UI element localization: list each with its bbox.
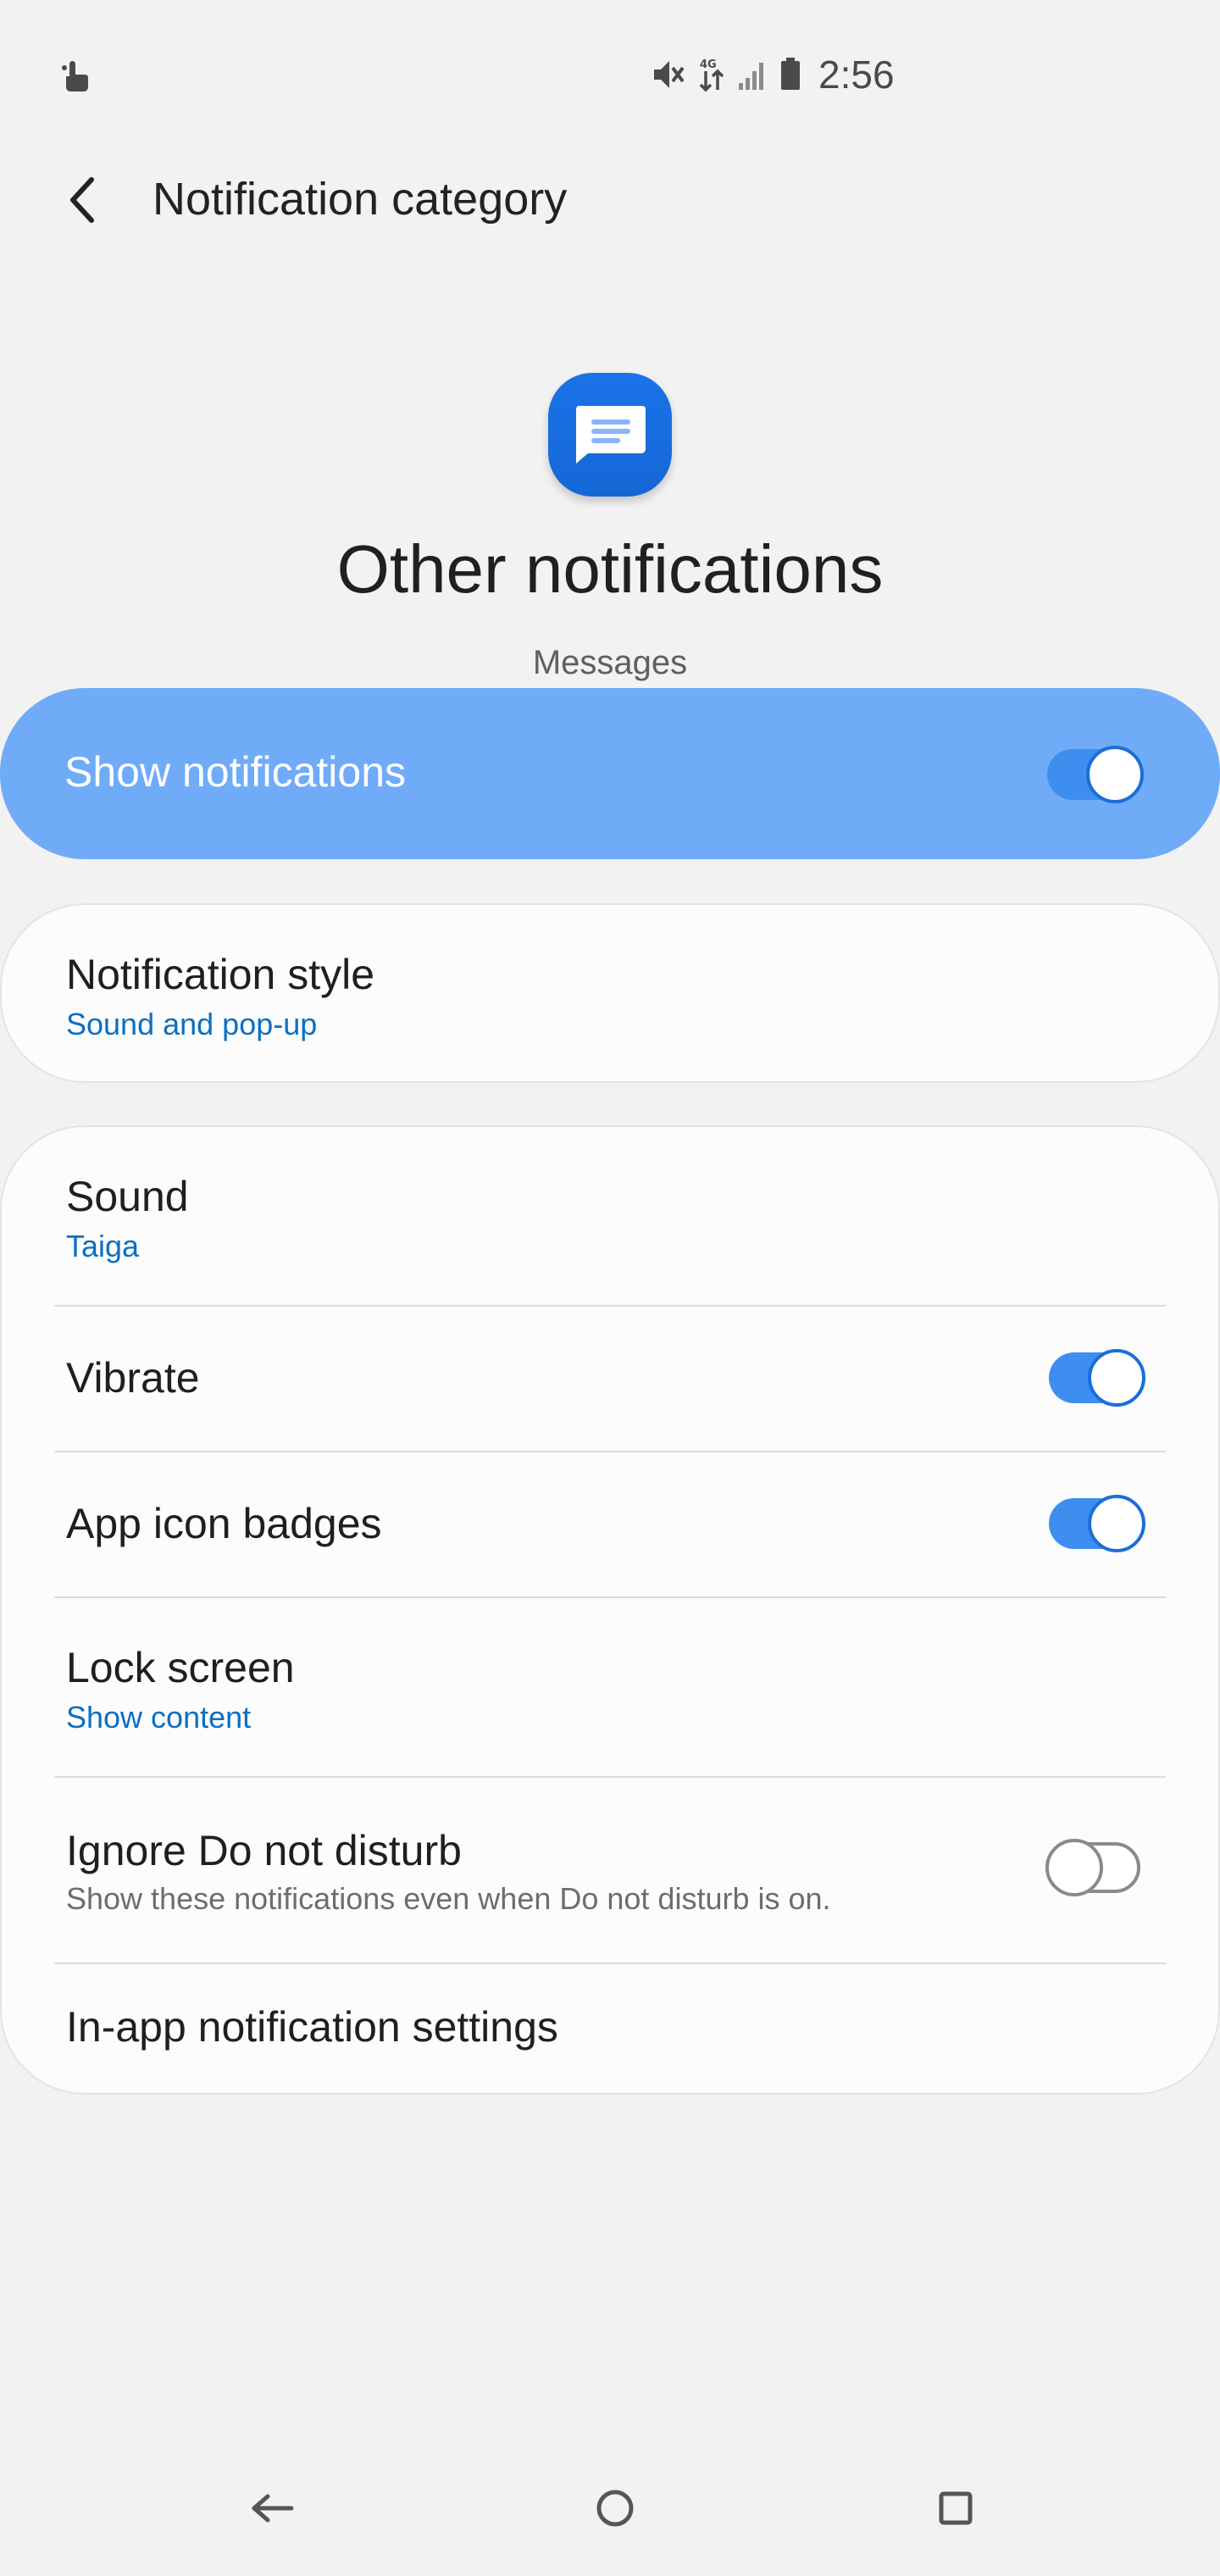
vibrate-toggle[interactable] [1049,1349,1151,1407]
notification-style-value: Sound and pop-up [66,1007,318,1041]
page-title: Other notifications [336,531,884,607]
back-button[interactable] [49,166,117,234]
toggle-thumb [1086,746,1144,803]
vibrate-title: Vibrate [66,1354,200,1402]
nav-back-icon [252,2494,294,2523]
status-bar: 4G 2:56 [0,0,1220,144]
ignore-dnd-row[interactable]: Ignore Do not disturb Show these notific… [2,1778,1218,1963]
nav-home-icon [596,2490,634,2527]
status-icons: 4G 2:56 [651,47,895,102]
show-notifications-label: Show notifications [64,748,407,796]
show-notifications-row[interactable]: Show notifications [0,688,1220,859]
page-subtitle: Messages [532,644,688,681]
data-transfer-icon: 4G [698,56,725,93]
messages-app-icon [548,373,672,497]
chevron-left-icon [70,177,94,223]
navigation-bar [0,2440,1220,2576]
app-icon-badges-title: App icon badges [66,1500,382,1547]
app-bar-title: Notification category [152,174,568,225]
sound-value: Taiga [66,1229,140,1263]
touch-hand-icon [58,58,95,95]
sound-title: Sound [66,1173,189,1220]
notification-style-row[interactable]: Notification style Sound and pop-up [0,903,1220,1083]
toggle-thumb [1045,1839,1103,1896]
nav-recents-icon [939,2491,973,2525]
in-app-settings-row[interactable]: In-app notification settings [2,1964,1218,2093]
nav-recents-button[interactable] [922,2474,990,2542]
toggle-thumb [1088,1349,1145,1407]
lock-screen-title: Lock screen [66,1644,295,1691]
sound-row[interactable]: Sound Taiga [2,1127,1218,1305]
mute-vibrate-icon [651,56,686,93]
settings-card: Sound Taiga Vibrate App icon badges Lock… [0,1125,1220,2095]
signal-icon [737,56,768,93]
vibrate-row[interactable]: Vibrate [2,1307,1218,1451]
lock-screen-value: Show content [66,1700,252,1735]
notification-style-title: Notification style [66,951,375,998]
in-app-settings-title: In-app notification settings [66,2003,558,2051]
show-notifications-toggle[interactable] [1047,746,1149,803]
battery-icon [779,56,801,93]
status-time: 2:56 [818,53,895,97]
ignore-dnd-description: Show these notifications even when Do no… [66,1881,831,1916]
ignore-dnd-title: Ignore Do not disturb [66,1827,462,1874]
nav-back-button[interactable] [239,2474,307,2542]
toggle-thumb [1088,1495,1145,1552]
svg-text:4G: 4G [700,58,717,71]
app-bar: Notification category [0,144,1220,254]
ignore-dnd-toggle[interactable] [1045,1839,1147,1896]
lock-screen-row[interactable]: Lock screen Show content [2,1598,1218,1776]
nav-home-button[interactable] [581,2474,649,2542]
app-icon-badges-toggle[interactable] [1049,1495,1151,1552]
app-icon-badges-row[interactable]: App icon badges [2,1452,1218,1596]
